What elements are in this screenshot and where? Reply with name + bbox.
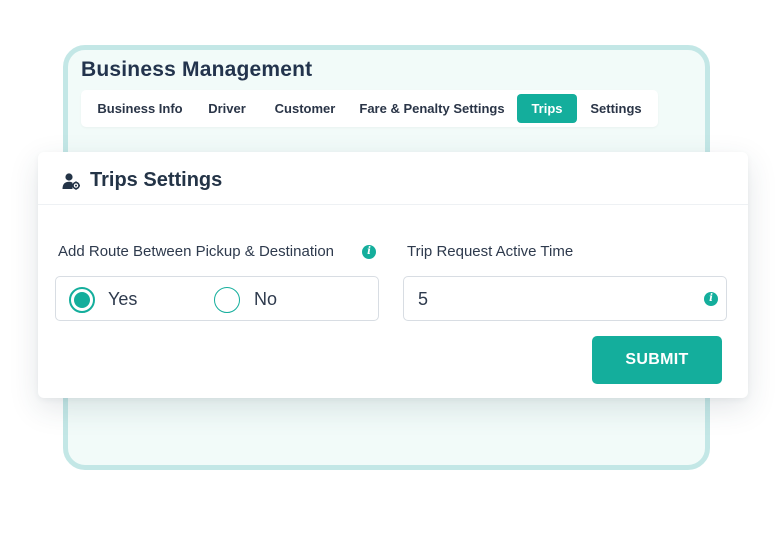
radio-yes[interactable]: [69, 287, 95, 313]
info-icon[interactable]: i: [704, 292, 718, 306]
radio-yes-label[interactable]: Yes: [108, 289, 137, 310]
submit-button[interactable]: SUBMIT: [592, 336, 722, 384]
card-title: Trips Settings: [90, 169, 223, 191]
tab-settings[interactable]: Settings: [585, 94, 647, 123]
tab-fare-penalty-settings[interactable]: Fare & Penalty Settings: [357, 94, 507, 123]
tab-bar: Business Info Driver Customer Fare & Pen…: [81, 90, 658, 127]
radio-no-label[interactable]: No: [254, 289, 277, 310]
active-time-field-label: Trip Request Active Time: [407, 243, 574, 260]
card-header: Trips Settings: [38, 152, 748, 205]
active-time-input[interactable]: 5 i: [403, 276, 727, 321]
radio-no[interactable]: [214, 287, 240, 313]
tab-driver[interactable]: Driver: [199, 94, 255, 123]
business-management-title: Business Management: [81, 58, 313, 81]
tab-customer[interactable]: Customer: [265, 94, 345, 123]
route-radio-group: Yes No: [55, 276, 379, 321]
tab-business-info[interactable]: Business Info: [89, 94, 191, 123]
info-icon[interactable]: i: [362, 245, 376, 259]
trips-settings-card: Trips Settings Add Route Between Pickup …: [38, 152, 748, 398]
active-time-value[interactable]: 5: [418, 289, 428, 310]
user-gear-icon: [62, 173, 80, 190]
route-field-label: Add Route Between Pickup & Destination: [58, 243, 334, 260]
tab-trips[interactable]: Trips: [517, 94, 577, 123]
